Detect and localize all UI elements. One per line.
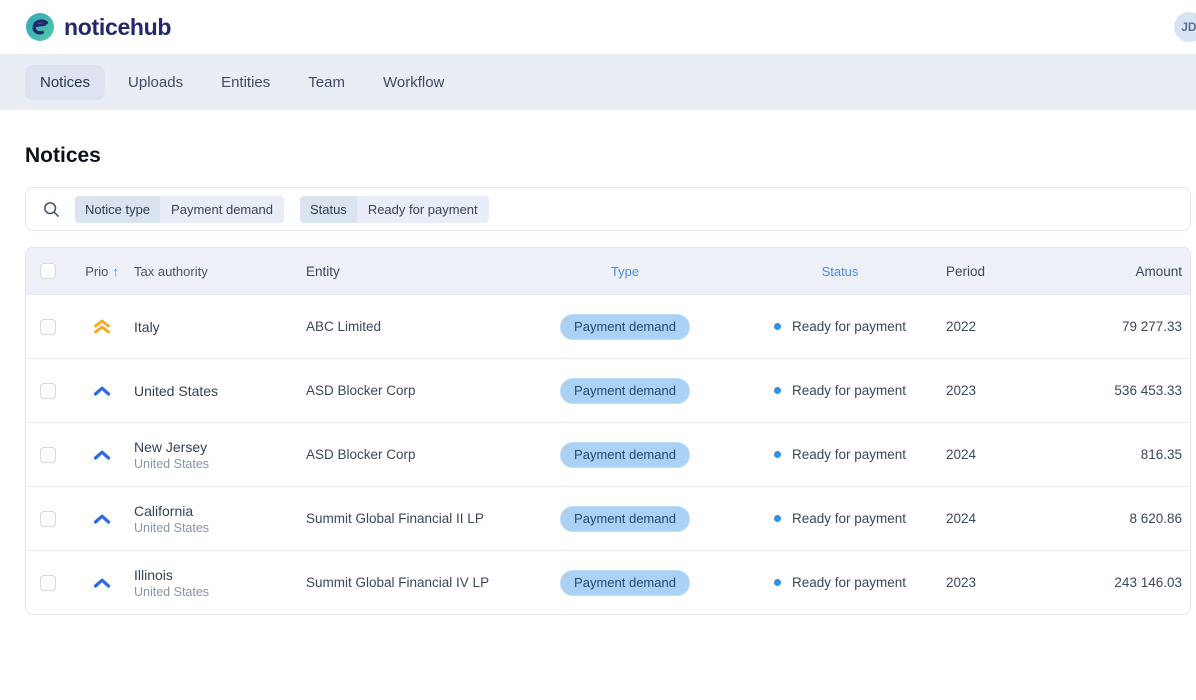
tab-notices[interactable]: Notices (25, 65, 105, 100)
type-badge: Payment demand (560, 442, 690, 468)
status-cell: Ready for payment (774, 383, 906, 398)
tax-authority: New Jersey (134, 439, 306, 455)
table-row[interactable]: New Jersey United States ASD Blocker Cor… (26, 422, 1190, 486)
priority-high-icon (92, 577, 112, 589)
app-header: noticehub JD Joh Sur (0, 0, 1196, 54)
amount: 8 620.86 (1056, 511, 1190, 526)
status-dot-icon (774, 451, 781, 458)
table-row[interactable]: Illinois United States Summit Global Fin… (26, 550, 1190, 614)
priority-high-icon (92, 449, 112, 461)
filter-value[interactable]: Payment demand (160, 196, 284, 223)
filter-bar[interactable]: Notice type Payment demand Status Ready … (25, 187, 1191, 231)
status-text: Ready for payment (792, 447, 906, 462)
notices-table: Prio ↑ Tax authority Entity Type Status … (25, 247, 1191, 615)
column-header-entity[interactable]: Entity (306, 264, 516, 279)
table-body: Italy ABC Limited Payment demand Ready f… (26, 294, 1190, 614)
entity-name: ABC Limited (306, 319, 516, 334)
sort-ascending-icon[interactable]: ↑ (112, 264, 119, 279)
filter-key[interactable]: Status (300, 196, 357, 223)
notices-page: Notices Notice type Payment demand Statu… (0, 110, 1196, 615)
tab-uploads[interactable]: Uploads (113, 65, 198, 100)
search-icon[interactable] (42, 200, 61, 219)
status-text: Ready for payment (792, 511, 906, 526)
column-header-amount[interactable]: Amount (1056, 264, 1190, 279)
brand-name: noticehub (64, 14, 171, 41)
column-header-tax-authority[interactable]: Tax authority (134, 264, 306, 279)
period: 2022 (946, 319, 1056, 334)
period: 2024 (946, 447, 1056, 462)
filter-value[interactable]: Ready for payment (357, 196, 489, 223)
amount: 79 277.33 (1056, 319, 1190, 334)
type-badge: Payment demand (560, 506, 690, 532)
type-badge: Payment demand (560, 570, 690, 596)
entity-name: Summit Global Financial II LP (306, 511, 516, 526)
tax-authority: Illinois (134, 567, 306, 583)
status-dot-icon (774, 323, 781, 330)
tax-authority: United States (134, 383, 306, 399)
status-cell: Ready for payment (774, 447, 906, 462)
status-cell: Ready for payment (774, 319, 906, 334)
type-badge: Payment demand (560, 314, 690, 340)
priority-high-icon (92, 513, 112, 525)
noticehub-logo-icon (25, 12, 55, 42)
amount: 243 146.03 (1056, 575, 1190, 590)
table-row[interactable]: California United States Summit Global F… (26, 486, 1190, 550)
column-header-type[interactable]: Type (516, 264, 734, 279)
tax-authority: California (134, 503, 306, 519)
column-header-period[interactable]: Period (946, 264, 1056, 279)
tax-authority-country: United States (134, 521, 306, 535)
amount: 536 453.33 (1056, 383, 1190, 398)
entity-name: ASD Blocker Corp (306, 383, 516, 398)
row-checkbox[interactable] (40, 383, 56, 399)
status-cell: Ready for payment (774, 575, 906, 590)
tax-authority: Italy (134, 319, 306, 335)
table-row[interactable]: Italy ABC Limited Payment demand Ready f… (26, 294, 1190, 358)
priority-high-icon (92, 385, 112, 397)
prio-header-label: Prio (85, 264, 108, 279)
column-header-status[interactable]: Status (734, 264, 946, 279)
tax-authority-country: United States (134, 457, 306, 471)
amount: 816.35 (1056, 447, 1190, 462)
column-header-prio[interactable]: Prio ↑ (70, 264, 134, 279)
page-title: Notices (25, 144, 1196, 168)
avatar[interactable]: JD (1174, 12, 1196, 42)
select-all-checkbox[interactable] (40, 263, 56, 279)
table-header-row: Prio ↑ Tax authority Entity Type Status … (26, 248, 1190, 294)
period: 2023 (946, 575, 1056, 590)
tab-team[interactable]: Team (293, 65, 360, 100)
filter-chip-status[interactable]: Status Ready for payment (300, 196, 489, 223)
status-text: Ready for payment (792, 383, 906, 398)
status-dot-icon (774, 387, 781, 394)
status-dot-icon (774, 579, 781, 586)
row-checkbox[interactable] (40, 511, 56, 527)
filter-chip-notice-type[interactable]: Notice type Payment demand (75, 196, 284, 223)
type-badge: Payment demand (560, 378, 690, 404)
status-dot-icon (774, 515, 781, 522)
priority-highest-icon (92, 318, 112, 335)
status-text: Ready for payment (792, 575, 906, 590)
brand-logo[interactable]: noticehub (25, 12, 171, 42)
tab-entities[interactable]: Entities (206, 65, 285, 100)
entity-name: Summit Global Financial IV LP (306, 575, 516, 590)
status-text: Ready for payment (792, 319, 906, 334)
main-nav: Notices Uploads Entities Team Workflow (0, 54, 1196, 110)
status-cell: Ready for payment (774, 511, 906, 526)
tax-authority-country: United States (134, 585, 306, 599)
period: 2023 (946, 383, 1056, 398)
filter-key[interactable]: Notice type (75, 196, 160, 223)
row-checkbox[interactable] (40, 319, 56, 335)
entity-name: ASD Blocker Corp (306, 447, 516, 462)
period: 2024 (946, 511, 1056, 526)
user-menu[interactable]: JD Joh Sur (1174, 12, 1196, 42)
tab-workflow[interactable]: Workflow (368, 65, 459, 100)
row-checkbox[interactable] (40, 447, 56, 463)
table-row[interactable]: United States ASD Blocker Corp Payment d… (26, 358, 1190, 422)
row-checkbox[interactable] (40, 575, 56, 591)
filter-chips: Notice type Payment demand Status Ready … (75, 196, 489, 223)
